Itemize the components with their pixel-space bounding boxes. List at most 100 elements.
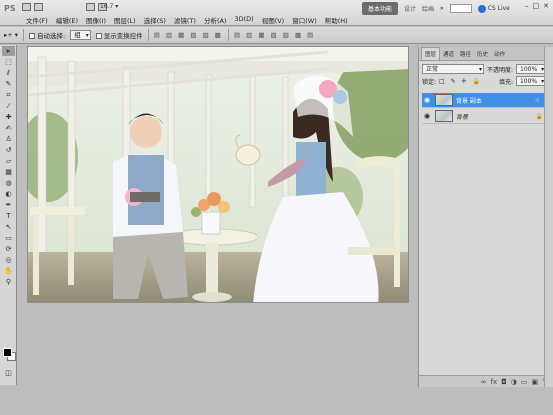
fill-label: 填充: [498, 78, 513, 86]
layer-name: 背景 [456, 113, 469, 121]
tab-actions[interactable]: 动作 [491, 48, 508, 60]
menu-filter[interactable]: 滤镜(T) [174, 15, 196, 25]
layer-row-background-copy[interactable]: ◉ 背景 副本 ☝ [422, 93, 549, 108]
cslive-button[interactable]: CS Live [477, 4, 510, 13]
search-input[interactable] [449, 4, 472, 13]
marquee-tool-icon[interactable]: ⬚ [2, 57, 15, 67]
gradient-tool-icon[interactable]: ▦ [2, 167, 15, 177]
divider [23, 29, 25, 41]
lock-icon: 🔒 [535, 112, 543, 120]
blend-mode-select[interactable]: 正常 [422, 64, 484, 74]
lock-icons[interactable]: □ ✎ ✛ 🔒 [439, 78, 482, 85]
show-transform-checkbox[interactable]: 显示变换控件 [95, 30, 143, 40]
lock-label: 锁定: [422, 78, 437, 86]
menu-select[interactable]: 选择(S) [144, 15, 166, 25]
layer-thumbnail [435, 110, 453, 122]
menu-help[interactable]: 帮助(H) [325, 15, 348, 25]
bridge-icon[interactable] [22, 3, 31, 11]
eye-icon[interactable]: ◉ [422, 96, 432, 104]
divider [227, 29, 229, 41]
document-canvas[interactable] [27, 46, 409, 303]
menu-layer[interactable]: 图层(L) [114, 15, 136, 25]
add-mask-icon[interactable]: ◘ [501, 378, 507, 386]
3d-rotate-tool-icon[interactable]: ⟳ [2, 244, 15, 254]
distribute-icons[interactable]: ▤ ▥ ▦ ▧ ▨ ▩ ▤ [234, 31, 315, 39]
menu-3d[interactable]: 3D(D) [234, 15, 253, 25]
path-select-tool-icon[interactable]: ↖ [2, 222, 15, 232]
menu-bar: PS 16.7 ▾ 文件(F) 编辑(E) 图像(I) 图层(L) 选择(S) … [0, 0, 553, 26]
align-icons[interactable]: ▤ ▥ ▦ ▧ ▨ ▩ [154, 31, 223, 39]
cslive-icon [477, 4, 486, 13]
tab-paths[interactable]: 路径 [457, 48, 474, 60]
eraser-tool-icon[interactable]: ▱ [2, 156, 15, 166]
menu-edit[interactable]: 编辑(E) [56, 15, 78, 25]
workspace-design-link[interactable]: 设计 [404, 4, 416, 13]
maximize-icon[interactable]: □ [533, 2, 540, 10]
screen-mode-icon[interactable] [86, 3, 95, 11]
menu-view[interactable]: 视图(V) [262, 15, 285, 25]
new-layer-icon[interactable]: ▣ [531, 378, 538, 386]
3d-orbit-tool-icon[interactable]: ◎ [2, 255, 15, 265]
layers-panel-footer: ∞ fx ◘ ◑ ▭ ▣ 🗑 [419, 375, 553, 387]
options-bar: ▸+ ▾ 自动选择: 组 显示变换控件 ▤ ▥ ▦ ▧ ▨ ▩ ▤ ▥ ▦ ▧ … [0, 27, 553, 44]
layer-row-background[interactable]: ◉ 背景 🔒 [422, 109, 549, 124]
minimize-icon[interactable]: – [525, 2, 529, 10]
panel-tabs: 图层 通道 路径 历史 动作 [419, 47, 553, 61]
workspace-painting-link[interactable]: 绘画 [422, 4, 434, 13]
eyedropper-tool-icon[interactable]: ⁄ [2, 101, 15, 111]
cursor-icon: ☝ [535, 96, 539, 104]
lasso-tool-icon[interactable]: ℓ [2, 68, 15, 78]
zoom-tool-icon[interactable]: ⚲ [2, 277, 15, 287]
workspace-essentials-button[interactable]: 基本功能 [362, 2, 399, 15]
fx-icon[interactable]: fx [491, 378, 498, 386]
shape-tool-icon[interactable]: ▭ [2, 233, 15, 243]
lock-row: 锁定: □ ✎ ✛ 🔒 填充: 100% [419, 75, 553, 87]
zoom-select[interactable]: 16.7 ▾ [100, 3, 118, 10]
quick-mask-icon[interactable]: ◫ [2, 368, 15, 378]
adjustment-layer-icon[interactable]: ◑ [511, 378, 517, 386]
brush-tool-icon[interactable]: ✍ [2, 123, 15, 133]
collapsed-panel-strip[interactable] [544, 47, 553, 387]
menu-items: 文件(F) 编辑(E) 图像(I) 图层(L) 选择(S) 滤镜(T) 分析(A… [26, 15, 348, 25]
link-layers-icon[interactable]: ∞ [481, 378, 487, 386]
menu-window[interactable]: 窗口(W) [292, 15, 317, 25]
move-tool-icon[interactable]: ▸ [2, 46, 15, 56]
new-group-icon[interactable]: ▭ [521, 378, 528, 386]
auto-select-checkbox[interactable]: 自动选择: [29, 30, 65, 40]
dodge-tool-icon[interactable]: ◐ [2, 189, 15, 199]
foreground-color-swatch[interactable] [3, 348, 12, 357]
show-transform-label: 显示变换控件 [103, 32, 143, 40]
hand-tool-icon[interactable]: ✋ [2, 266, 15, 276]
auto-select-label: 自动选择: [37, 32, 66, 40]
menu-bar-icons [22, 3, 107, 11]
clone-stamp-tool-icon[interactable]: ♙ [2, 134, 15, 144]
quick-select-tool-icon[interactable]: ✎ [2, 79, 15, 89]
blur-tool-icon[interactable]: ◍ [2, 178, 15, 188]
healing-tool-icon[interactable]: ✚ [2, 112, 15, 122]
pen-tool-icon[interactable]: ✒ [2, 200, 15, 210]
opacity-input[interactable]: 100% [516, 64, 547, 74]
wedding-photo [28, 47, 408, 302]
zoom-value: 16.7 [100, 3, 114, 10]
layer-thumbnail [435, 94, 453, 106]
tab-layers[interactable]: 图层 [421, 47, 441, 60]
workspace-more-icon[interactable]: » [440, 5, 444, 12]
menu-image[interactable]: 图像(I) [86, 15, 106, 25]
workspace-switcher: 基本功能 设计 绘画 » CS Live [362, 2, 510, 15]
crop-tool-icon[interactable]: ⌗ [2, 90, 15, 100]
auto-select-dropdown[interactable]: 组 [70, 30, 91, 40]
menu-analysis[interactable]: 分析(A) [204, 15, 227, 25]
eye-icon[interactable]: ◉ [422, 112, 432, 120]
tab-history[interactable]: 历史 [474, 48, 491, 60]
close-icon[interactable]: ✕ [543, 2, 549, 10]
move-tool-preset-icon[interactable]: ▸+ ▾ [4, 31, 18, 39]
fill-input[interactable]: 100% [515, 76, 547, 86]
tab-channels[interactable]: 通道 [440, 48, 457, 60]
history-brush-tool-icon[interactable]: ↺ [2, 145, 15, 155]
tools-panel: ▸ ⬚ ℓ ✎ ⌗ ⁄ ✚ ✍ ♙ ↺ ▱ ▦ ◍ ◐ ✒ T ↖ ▭ ⟳ ◎ … [0, 45, 17, 385]
menu-file[interactable]: 文件(F) [26, 15, 48, 25]
ps-logo: PS [4, 4, 16, 13]
cslive-label: CS Live [487, 5, 510, 12]
type-tool-icon[interactable]: T [2, 211, 15, 221]
minibridge-icon[interactable] [34, 3, 43, 11]
